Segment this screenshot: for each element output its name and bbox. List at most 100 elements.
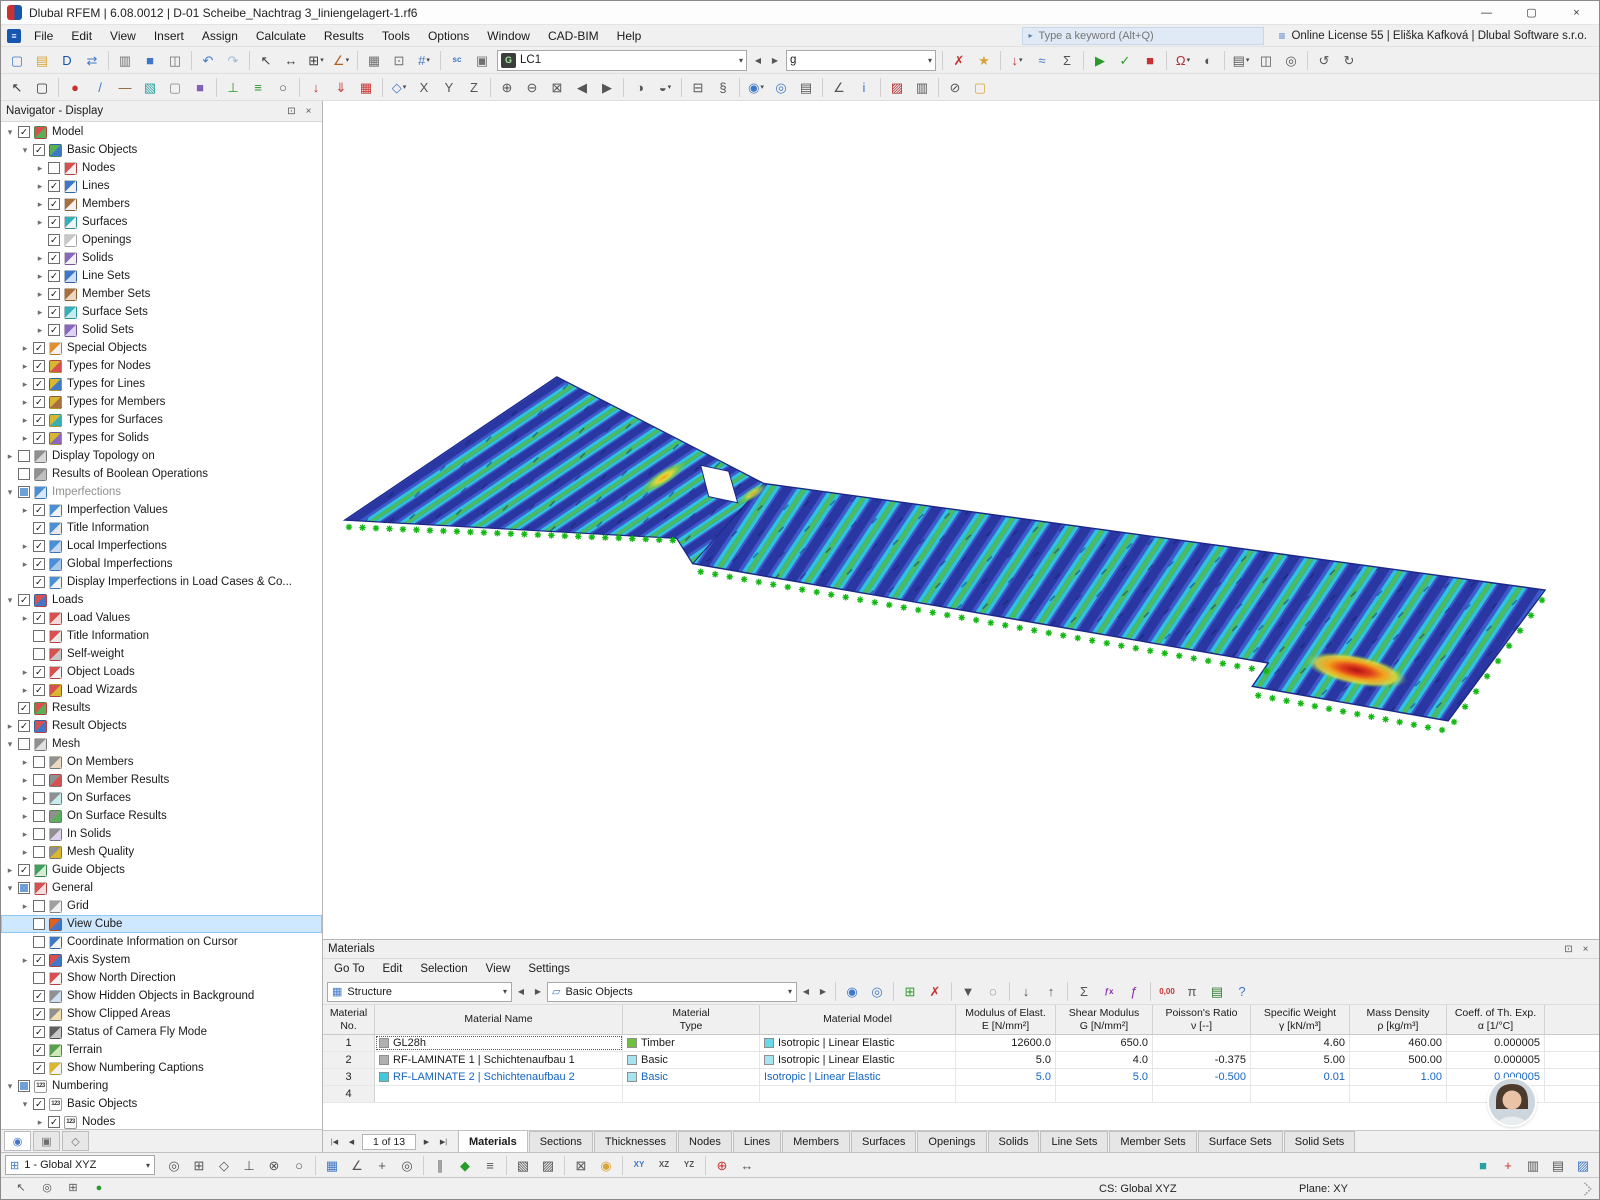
cell-material-type[interactable]: Timber: [623, 1035, 760, 1051]
import-table-icon[interactable]: ↓: [1014, 980, 1038, 1004]
tree-item-self-weight[interactable]: Self-weight: [1, 645, 322, 663]
tree-item-display-imperfections-in-load-cases-co[interactable]: ✓Display Imperfections in Load Cases & C…: [1, 573, 322, 591]
tree-item-show-numbering-captions[interactable]: ✓Show Numbering Captions: [1, 1059, 322, 1077]
checkbox-coordinate-information-on-cursor[interactable]: [33, 936, 45, 948]
area-load-icon[interactable]: ▦: [354, 75, 378, 99]
tree-item-members[interactable]: ▸✓Members: [1, 195, 322, 213]
tree-item-nodes[interactable]: ▸Nodes: [1, 159, 322, 177]
grid-toggle-icon[interactable]: ▦: [320, 1153, 344, 1177]
cell-poisson-s-ratio[interactable]: [1153, 1035, 1251, 1051]
expand-arrow[interactable]: ▸: [33, 289, 47, 300]
checkbox-lines[interactable]: ✓: [48, 180, 60, 192]
menu-cad-bim[interactable]: CAD-BIM: [539, 25, 608, 46]
checkbox-numbering[interactable]: [18, 1080, 30, 1092]
navigator-close-icon[interactable]: ×: [300, 103, 317, 119]
nodal-load-icon[interactable]: ↓: [304, 75, 328, 99]
snap-intersection-icon[interactable]: ⊗: [262, 1153, 286, 1177]
print-graphic-icon[interactable]: ▥: [113, 48, 137, 72]
tree-item-load-wizards[interactable]: ▸✓Load Wizards: [1, 681, 322, 699]
checkbox-on-surface-results[interactable]: [33, 810, 45, 822]
view-z-icon[interactable]: Z: [462, 75, 486, 99]
tree-item-in-solids[interactable]: ▸In Solids: [1, 825, 322, 843]
tree-item-types-for-solids[interactable]: ▸✓Types for Solids: [1, 429, 322, 447]
checkbox-title-information[interactable]: ✓: [33, 522, 45, 534]
materials-titlebar[interactable]: Materials ⊡ ×: [323, 940, 1599, 959]
zoom-window-caret[interactable]: ▾: [320, 56, 324, 64]
viewport-canvas[interactable]: [323, 101, 1599, 939]
menu-calculate[interactable]: Calculate: [247, 25, 315, 46]
checkbox-load-wizards[interactable]: ✓: [33, 684, 45, 696]
find-in-table-icon[interactable]: ◌: [981, 980, 1005, 1004]
keyword-search[interactable]: ▸: [1022, 27, 1264, 45]
checkbox-loads[interactable]: ✓: [18, 594, 30, 606]
coordinate-system-chevron-down-icon[interactable]: ▾: [146, 1161, 150, 1170]
legend-toggle-icon[interactable]: ▤: [1546, 1153, 1570, 1177]
cell-mass-density-kg-m[interactable]: 460.00: [1350, 1035, 1447, 1051]
row-number-cell[interactable]: 1: [323, 1035, 375, 1051]
move-pan-icon[interactable]: ↔: [279, 48, 303, 72]
checkbox-on-members[interactable]: [33, 756, 45, 768]
tree-item-terrain[interactable]: ✓Terrain: [1, 1041, 322, 1059]
measure-icon[interactable]: ∠▾: [329, 48, 353, 72]
expand-arrow[interactable]: ▸: [18, 793, 32, 804]
renumber-caret[interactable]: ▾: [426, 56, 430, 64]
next-load-case-icon[interactable]: ▶: [767, 50, 783, 71]
expand-arrow[interactable]: ▾: [3, 739, 17, 750]
table-group-next-icon[interactable]: ▶: [530, 981, 546, 1002]
tree-item-on-member-results[interactable]: ▸On Member Results: [1, 771, 322, 789]
cell-material-name[interactable]: RF-LAMINATE 1 | Schichtenaufbau 1: [375, 1052, 623, 1068]
zoom-all-icon[interactable]: ⊠: [545, 75, 569, 99]
tree-item-nodes[interactable]: ▸✓123Nodes: [1, 1113, 322, 1129]
checkbox-member-sets[interactable]: ✓: [48, 288, 60, 300]
tab-member-sets[interactable]: Member Sets: [1109, 1131, 1196, 1152]
checkbox-status-of-camera-fly-mode[interactable]: ✓: [33, 1026, 45, 1038]
tables-icon[interactable]: ▦: [362, 48, 386, 72]
tree-item-status-of-camera-fly-mode[interactable]: ✓Status of Camera Fly Mode: [1, 1023, 322, 1041]
expand-arrow[interactable]: ▾: [18, 1099, 32, 1110]
screenshot-icon[interactable]: ◎: [1279, 48, 1303, 72]
cell-modulus-of-elast-e-n-mm[interactable]: [956, 1086, 1056, 1102]
work-plane-origin-icon[interactable]: ⊕: [710, 1153, 734, 1177]
results-toggle-icon[interactable]: Ω▾: [1171, 48, 1195, 72]
select-arrow-icon[interactable]: ↖: [5, 75, 29, 99]
cell-material-model[interactable]: Isotropic | Linear Elastic: [760, 1052, 956, 1068]
tree-item-results-of-boolean-operations[interactable]: Results of Boolean Operations: [1, 465, 322, 483]
cell-material-type[interactable]: [623, 1086, 760, 1102]
open-model-icon[interactable]: ▤: [30, 48, 54, 72]
redo-icon[interactable]: ↷: [221, 48, 245, 72]
select-visibility-icon[interactable]: ◎: [769, 75, 793, 99]
checkbox-types-for-members[interactable]: ✓: [33, 396, 45, 408]
tab-nodes[interactable]: Nodes: [678, 1131, 732, 1152]
materials-menu-edit[interactable]: Edit: [373, 959, 411, 979]
user-avatar[interactable]: [1489, 1079, 1535, 1125]
tree-item-result-objects[interactable]: ▸✓Result Objects: [1, 717, 322, 735]
materials-close-icon[interactable]: ×: [1577, 941, 1594, 957]
tab-members[interactable]: Members: [782, 1131, 850, 1152]
plane-yz-icon[interactable]: YZ: [677, 1153, 701, 1177]
mode-select-icon[interactable]: ↖: [9, 1177, 33, 1200]
comments-icon[interactable]: ▤: [1205, 980, 1229, 1004]
table-category-combo[interactable]: ▱ Basic Objects ▾: [547, 982, 797, 1002]
tree-item-imperfections[interactable]: ▾Imperfections: [1, 483, 322, 501]
new-node-icon[interactable]: ●: [63, 75, 87, 99]
cell-shear-modulus-g-n-mm[interactable]: 4.0: [1056, 1052, 1153, 1068]
tree-item-openings[interactable]: ✓Openings: [1, 231, 322, 249]
new-member-icon[interactable]: —: [113, 75, 137, 99]
view-x-icon[interactable]: X: [412, 75, 436, 99]
expand-arrow[interactable]: ▸: [18, 379, 32, 390]
filter-loads-icon[interactable]: ✗: [947, 48, 971, 72]
mode-grid-icon[interactable]: ⊞: [61, 1177, 85, 1200]
cell-specific-weight-kn-m[interactable]: 5.00: [1251, 1052, 1350, 1068]
table-group-chevron-down-icon[interactable]: ▾: [503, 987, 507, 996]
cell-poisson-s-ratio[interactable]: [1153, 1086, 1251, 1102]
formula-edit-icon[interactable]: ƒ: [1122, 980, 1146, 1004]
load-case-chevron-down-icon[interactable]: ▾: [739, 56, 743, 65]
polar-mode-icon[interactable]: ◎: [395, 1153, 419, 1177]
expand-arrow[interactable]: ▸: [18, 811, 32, 822]
menu-edit[interactable]: Edit: [62, 25, 101, 46]
panel-toggle-icon[interactable]: ▥: [1521, 1153, 1545, 1177]
tab-surfaces[interactable]: Surfaces: [851, 1131, 916, 1152]
checkbox-show-hidden-objects-in-background[interactable]: ✓: [33, 990, 45, 1002]
table-group-combo[interactable]: ▦ Structure ▾: [327, 982, 512, 1002]
expand-arrow[interactable]: ▾: [18, 145, 32, 156]
